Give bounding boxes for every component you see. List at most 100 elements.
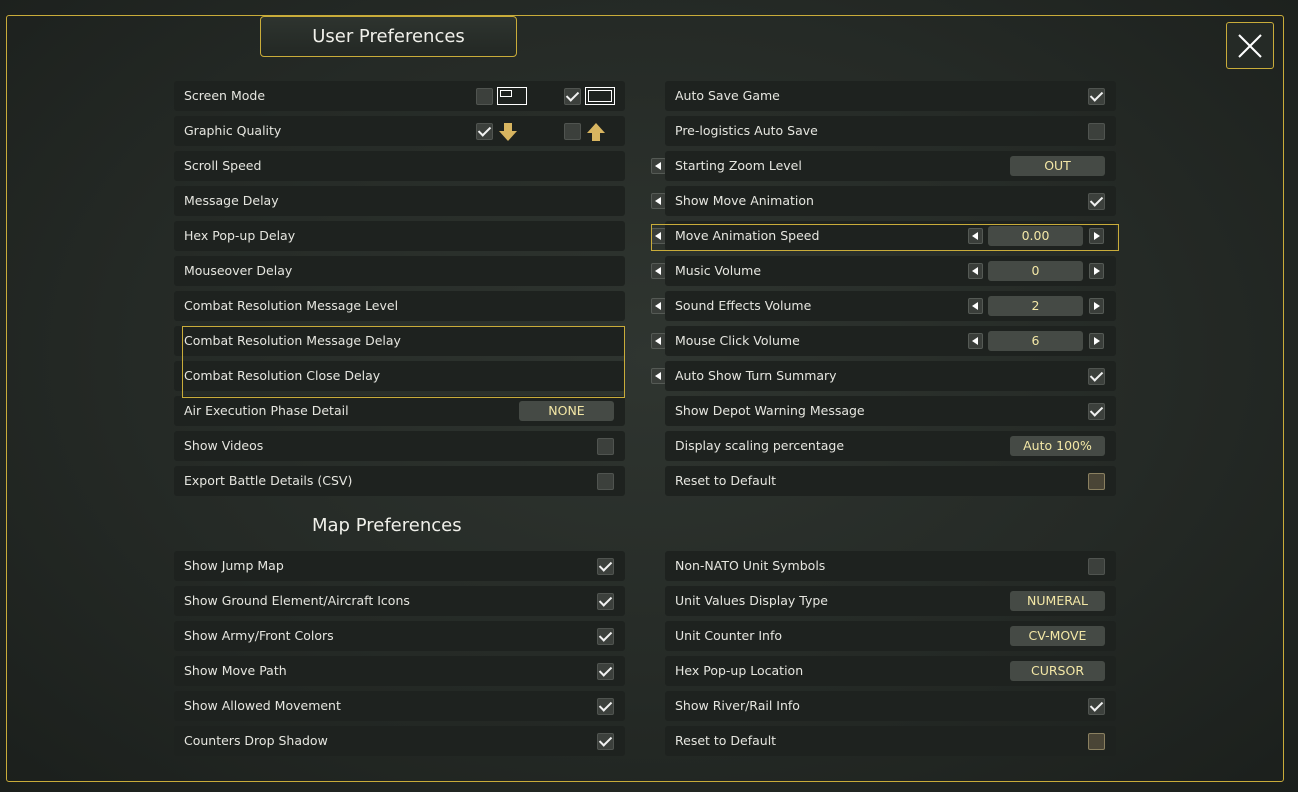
fullscreen-monitor-icon (585, 87, 615, 105)
decrease-arrow-icon[interactable] (651, 298, 666, 314)
increase-arrow-icon[interactable] (1089, 333, 1104, 349)
pref-row-display-scaling-percentage: Display scaling percentage Auto 100% (665, 431, 1116, 461)
pref-row-show-jump-map: Show Jump Map (174, 551, 625, 581)
option-selector[interactable]: CURSOR (1010, 661, 1105, 681)
decrease-arrow-icon[interactable] (968, 333, 983, 349)
pref-row-mouse-click-volume: Mouse Click Volume 6 (665, 326, 1116, 356)
pref-row-scroll-speed: Scroll Speed4.00 (174, 151, 787, 181)
value-stepper[interactable]: 0.00 (968, 226, 1104, 246)
reset-checkbox[interactable] (1088, 473, 1105, 490)
option-selector[interactable]: NONE (519, 401, 614, 421)
map-preferences-heading: Map Preferences (312, 515, 462, 536)
pref-row-hex-pop-up-location: Hex Pop-up Location CURSOR (665, 656, 1116, 686)
screen-mode-checkbox[interactable] (476, 88, 493, 105)
window-title: User Preferences (312, 26, 465, 47)
pref-label: Scroll Speed (184, 158, 262, 173)
stepper-value: 6 (988, 331, 1083, 351)
pref-label: Reset to Default (675, 733, 777, 748)
pref-row-show-move-animation: Show Move Animation (665, 186, 1116, 216)
checkbox[interactable] (1088, 558, 1105, 575)
pref-row-combat-resolution-close-delay: Combat Resolution Close Delay2.50 (174, 361, 787, 391)
pref-label: Starting Zoom Level (675, 158, 802, 173)
pref-label: Show Jump Map (184, 558, 284, 573)
checkbox[interactable] (1088, 698, 1105, 715)
graphic-quality-checkbox[interactable] (564, 123, 581, 140)
pref-row-auto-show-turn-summary: Auto Show Turn Summary (665, 361, 1116, 391)
pref-label: Mouseover Delay (184, 263, 293, 278)
option-selector[interactable]: NUMERAL (1010, 591, 1105, 611)
pref-label: Show Ground Element/Aircraft Icons (184, 593, 410, 608)
close-button[interactable] (1226, 22, 1274, 69)
checkbox[interactable] (597, 663, 614, 680)
checkbox[interactable] (597, 733, 614, 750)
pref-row-screen-mode: Screen Mode (174, 81, 625, 111)
decrease-arrow-icon[interactable] (651, 158, 666, 174)
checkbox[interactable] (1088, 403, 1105, 420)
checkbox[interactable] (597, 628, 614, 645)
reset-checkbox[interactable] (1088, 733, 1105, 750)
increase-arrow-icon[interactable] (1089, 228, 1104, 244)
decrease-arrow-icon[interactable] (651, 368, 666, 384)
stepper-value: 0 (988, 261, 1083, 281)
pref-row-hex-pop-up-delay: Hex Pop-up Delay0.33 (174, 221, 787, 251)
pref-row-export-battle-details-csv: Export Battle Details (CSV) (174, 466, 625, 496)
pref-label: Hex Pop-up Delay (184, 228, 296, 243)
pref-row-show-army-front-colors: Show Army/Front Colors (174, 621, 625, 651)
decrease-arrow-icon[interactable] (968, 228, 983, 244)
decrease-arrow-icon[interactable] (651, 263, 666, 279)
screen-mode-checkbox[interactable] (564, 88, 581, 105)
checkbox[interactable] (597, 698, 614, 715)
checkbox[interactable] (1088, 193, 1105, 210)
pref-row-reset-to-default: Reset to Default (665, 726, 1116, 756)
value-stepper[interactable]: 0 (968, 261, 1104, 281)
pref-label: Show Army/Front Colors (184, 628, 334, 643)
pref-row-show-river-rail-info: Show River/Rail Info (665, 691, 1116, 721)
pref-label: Show Move Path (184, 663, 287, 678)
checkbox[interactable] (597, 473, 614, 490)
checkbox[interactable] (597, 558, 614, 575)
pref-row-starting-zoom-level: Starting Zoom Level OUT (665, 151, 1116, 181)
pref-label: Air Execution Phase Detail (184, 403, 349, 418)
decrease-arrow-icon[interactable] (651, 228, 666, 244)
pref-row-show-videos: Show Videos (174, 431, 625, 461)
pref-label: Move Animation Speed (675, 228, 820, 243)
pref-label: Sound Effects Volume (675, 298, 812, 313)
pref-label: Music Volume (675, 263, 762, 278)
checkbox[interactable] (597, 438, 614, 455)
value-stepper[interactable]: 2 (968, 296, 1104, 316)
pref-label: Hex Pop-up Location (675, 663, 804, 678)
pref-label: Show River/Rail Info (675, 698, 800, 713)
pref-row-show-ground-element-aircraft-icons: Show Ground Element/Aircraft Icons (174, 586, 625, 616)
decrease-arrow-icon[interactable] (968, 263, 983, 279)
checkbox[interactable] (597, 593, 614, 610)
decrease-arrow-icon[interactable] (651, 193, 666, 209)
pref-label: Auto Save Game (675, 88, 780, 103)
decrease-arrow-icon[interactable] (651, 333, 666, 349)
pref-row-show-allowed-movement: Show Allowed Movement (174, 691, 625, 721)
pref-label: Show Allowed Movement (184, 698, 341, 713)
pref-row-combat-resolution-message-delay: Combat Resolution Message Delay0.50 (174, 326, 787, 356)
pref-label: Export Battle Details (CSV) (184, 473, 353, 488)
graphic-quality-checkbox[interactable] (476, 123, 493, 140)
pref-row-show-depot-warning-message: Show Depot Warning Message (665, 396, 1116, 426)
decrease-arrow-icon[interactable] (968, 298, 983, 314)
stepper-value: 2 (988, 296, 1083, 316)
pref-label: Reset to Default (675, 473, 777, 488)
pref-row-mouseover-delay: Mouseover Delay0.33 (174, 256, 787, 286)
option-selector[interactable]: CV-MOVE (1010, 626, 1105, 646)
window-title-tab: User Preferences (260, 16, 517, 57)
pref-label: Unit Values Display Type (675, 593, 828, 608)
windowed-monitor-icon (497, 87, 527, 105)
pref-row-unit-counter-info: Unit Counter Info CV-MOVE (665, 621, 1116, 651)
checkbox[interactable] (1088, 123, 1105, 140)
checkbox[interactable] (1088, 368, 1105, 385)
pref-row-combat-resolution-message-level: Combat Resolution Message Level1 (174, 291, 787, 321)
value-stepper[interactable]: 6 (968, 331, 1104, 351)
increase-arrow-icon[interactable] (1089, 298, 1104, 314)
checkbox[interactable] (1088, 88, 1105, 105)
pref-label: Unit Counter Info (675, 628, 783, 643)
option-selector[interactable]: OUT (1010, 156, 1105, 176)
pref-row-unit-values-display-type: Unit Values Display Type NUMERAL (665, 586, 1116, 616)
option-selector[interactable]: Auto 100% (1010, 436, 1105, 456)
increase-arrow-icon[interactable] (1089, 263, 1104, 279)
